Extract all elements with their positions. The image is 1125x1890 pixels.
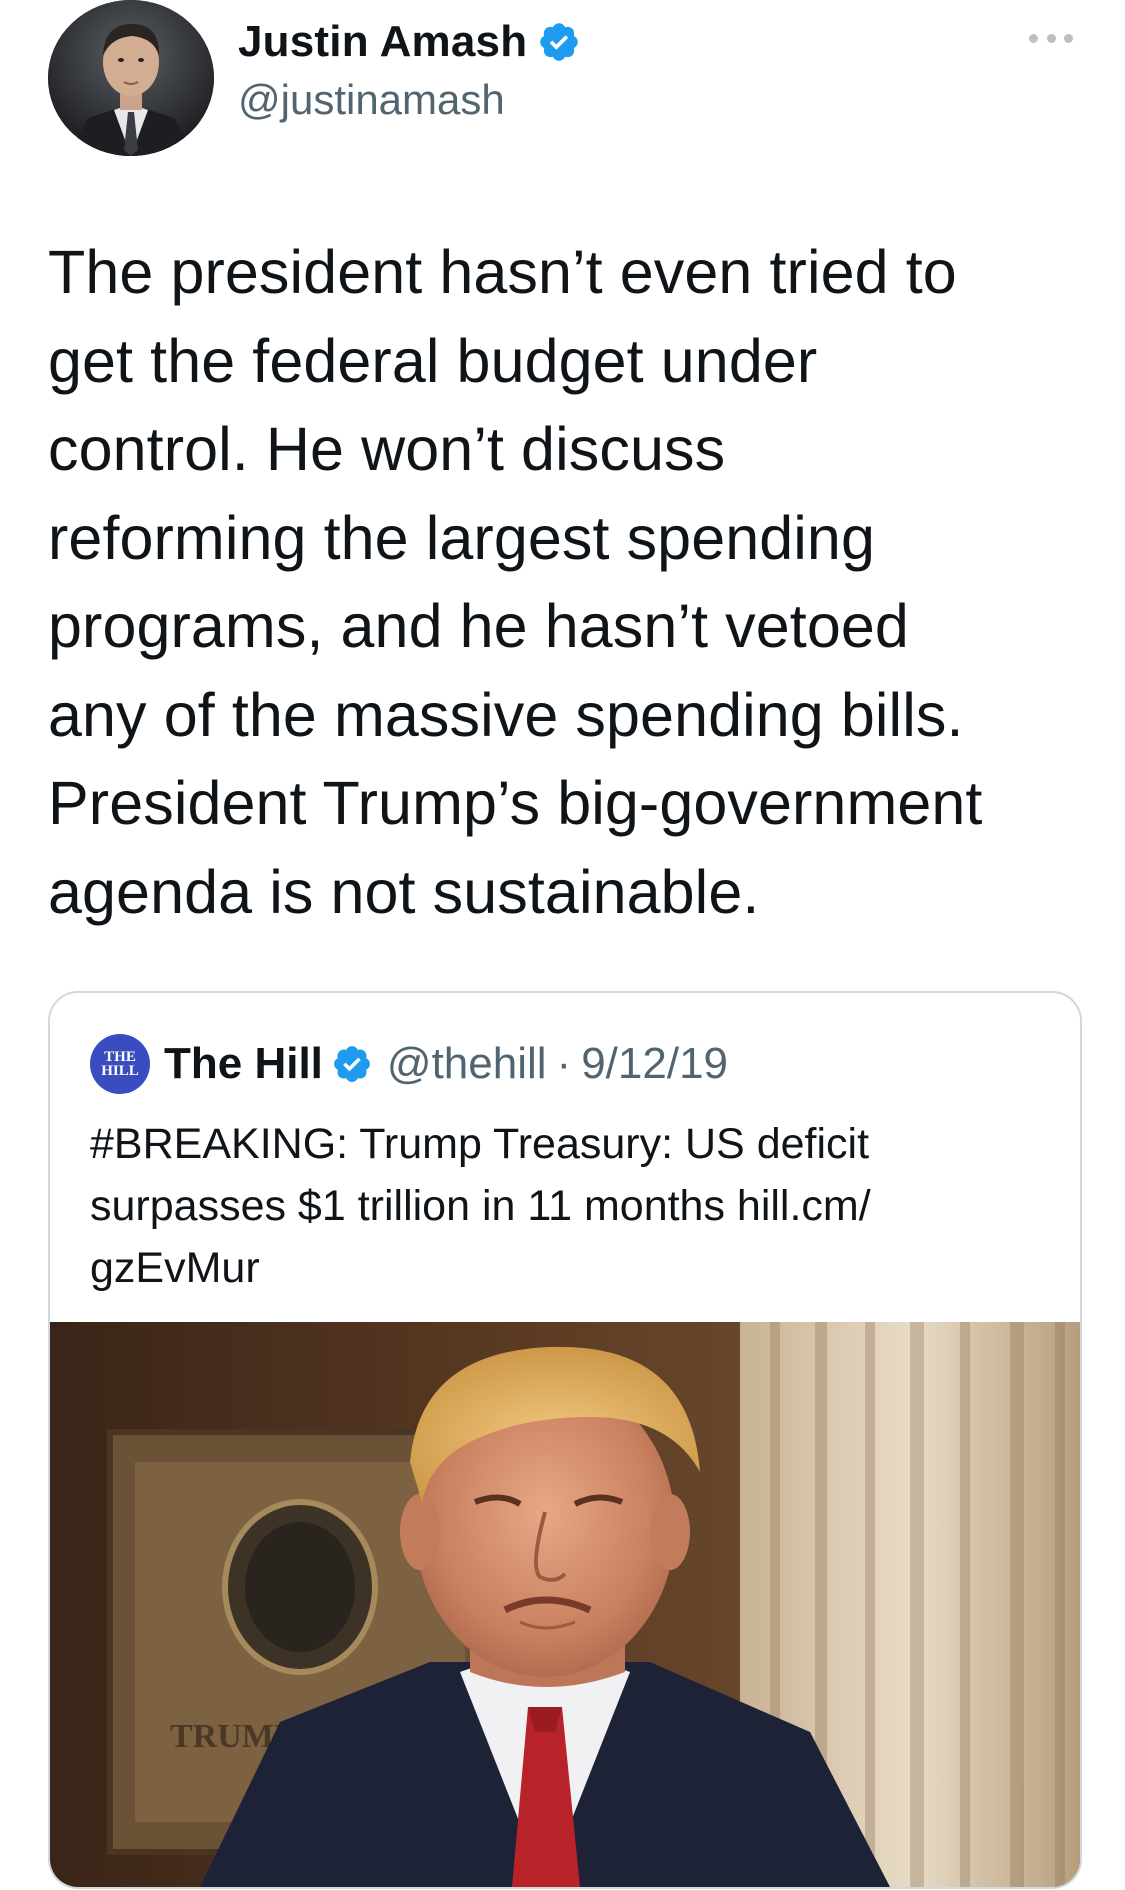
quote-author-handle[interactable]: @thehill [387,1039,547,1089]
more-dot [1029,33,1038,43]
quoted-tweet-card[interactable]: THE HILL The Hill @thehill · 9/12/19 #BR… [48,991,1082,1889]
logo-text-bottom: HILL [101,1063,139,1079]
verified-badge-icon [540,23,579,61]
logo-text-top: THE [104,1049,136,1065]
more-dot [1064,33,1073,43]
quote-author-name[interactable]: The Hill [164,1039,323,1089]
more-dot [1046,33,1056,43]
avatar[interactable] [48,0,214,156]
author-name-row[interactable]: Justin Amash [238,14,581,70]
photo-illustration: TRUMP TO [50,1322,1080,1887]
tweet-text: The president hasn’t even tried to get t… [48,238,983,926]
the-hill-logo[interactable]: THE HILL [90,1034,150,1094]
separator-dot: · [556,1039,572,1088]
news-photo[interactable]: TRUMP TO [50,1322,1080,1887]
quote-date[interactable]: 9/12/19 [581,1039,728,1089]
author-name[interactable]: Justin Amash [238,17,527,67]
quote-text: #BREAKING: Trump Treasury: US deficit su… [90,1120,871,1292]
tweet: Justin Amash @justinamash The president … [0,0,1125,1890]
profile-photo [48,0,214,156]
quote-header: THE HILL The Hill @thehill · 9/12/19 [90,1033,728,1095]
more-options-icon[interactable] [1029,28,1073,48]
verified-badge-icon [333,1046,370,1082]
author-handle[interactable]: @justinamash [238,76,505,124]
